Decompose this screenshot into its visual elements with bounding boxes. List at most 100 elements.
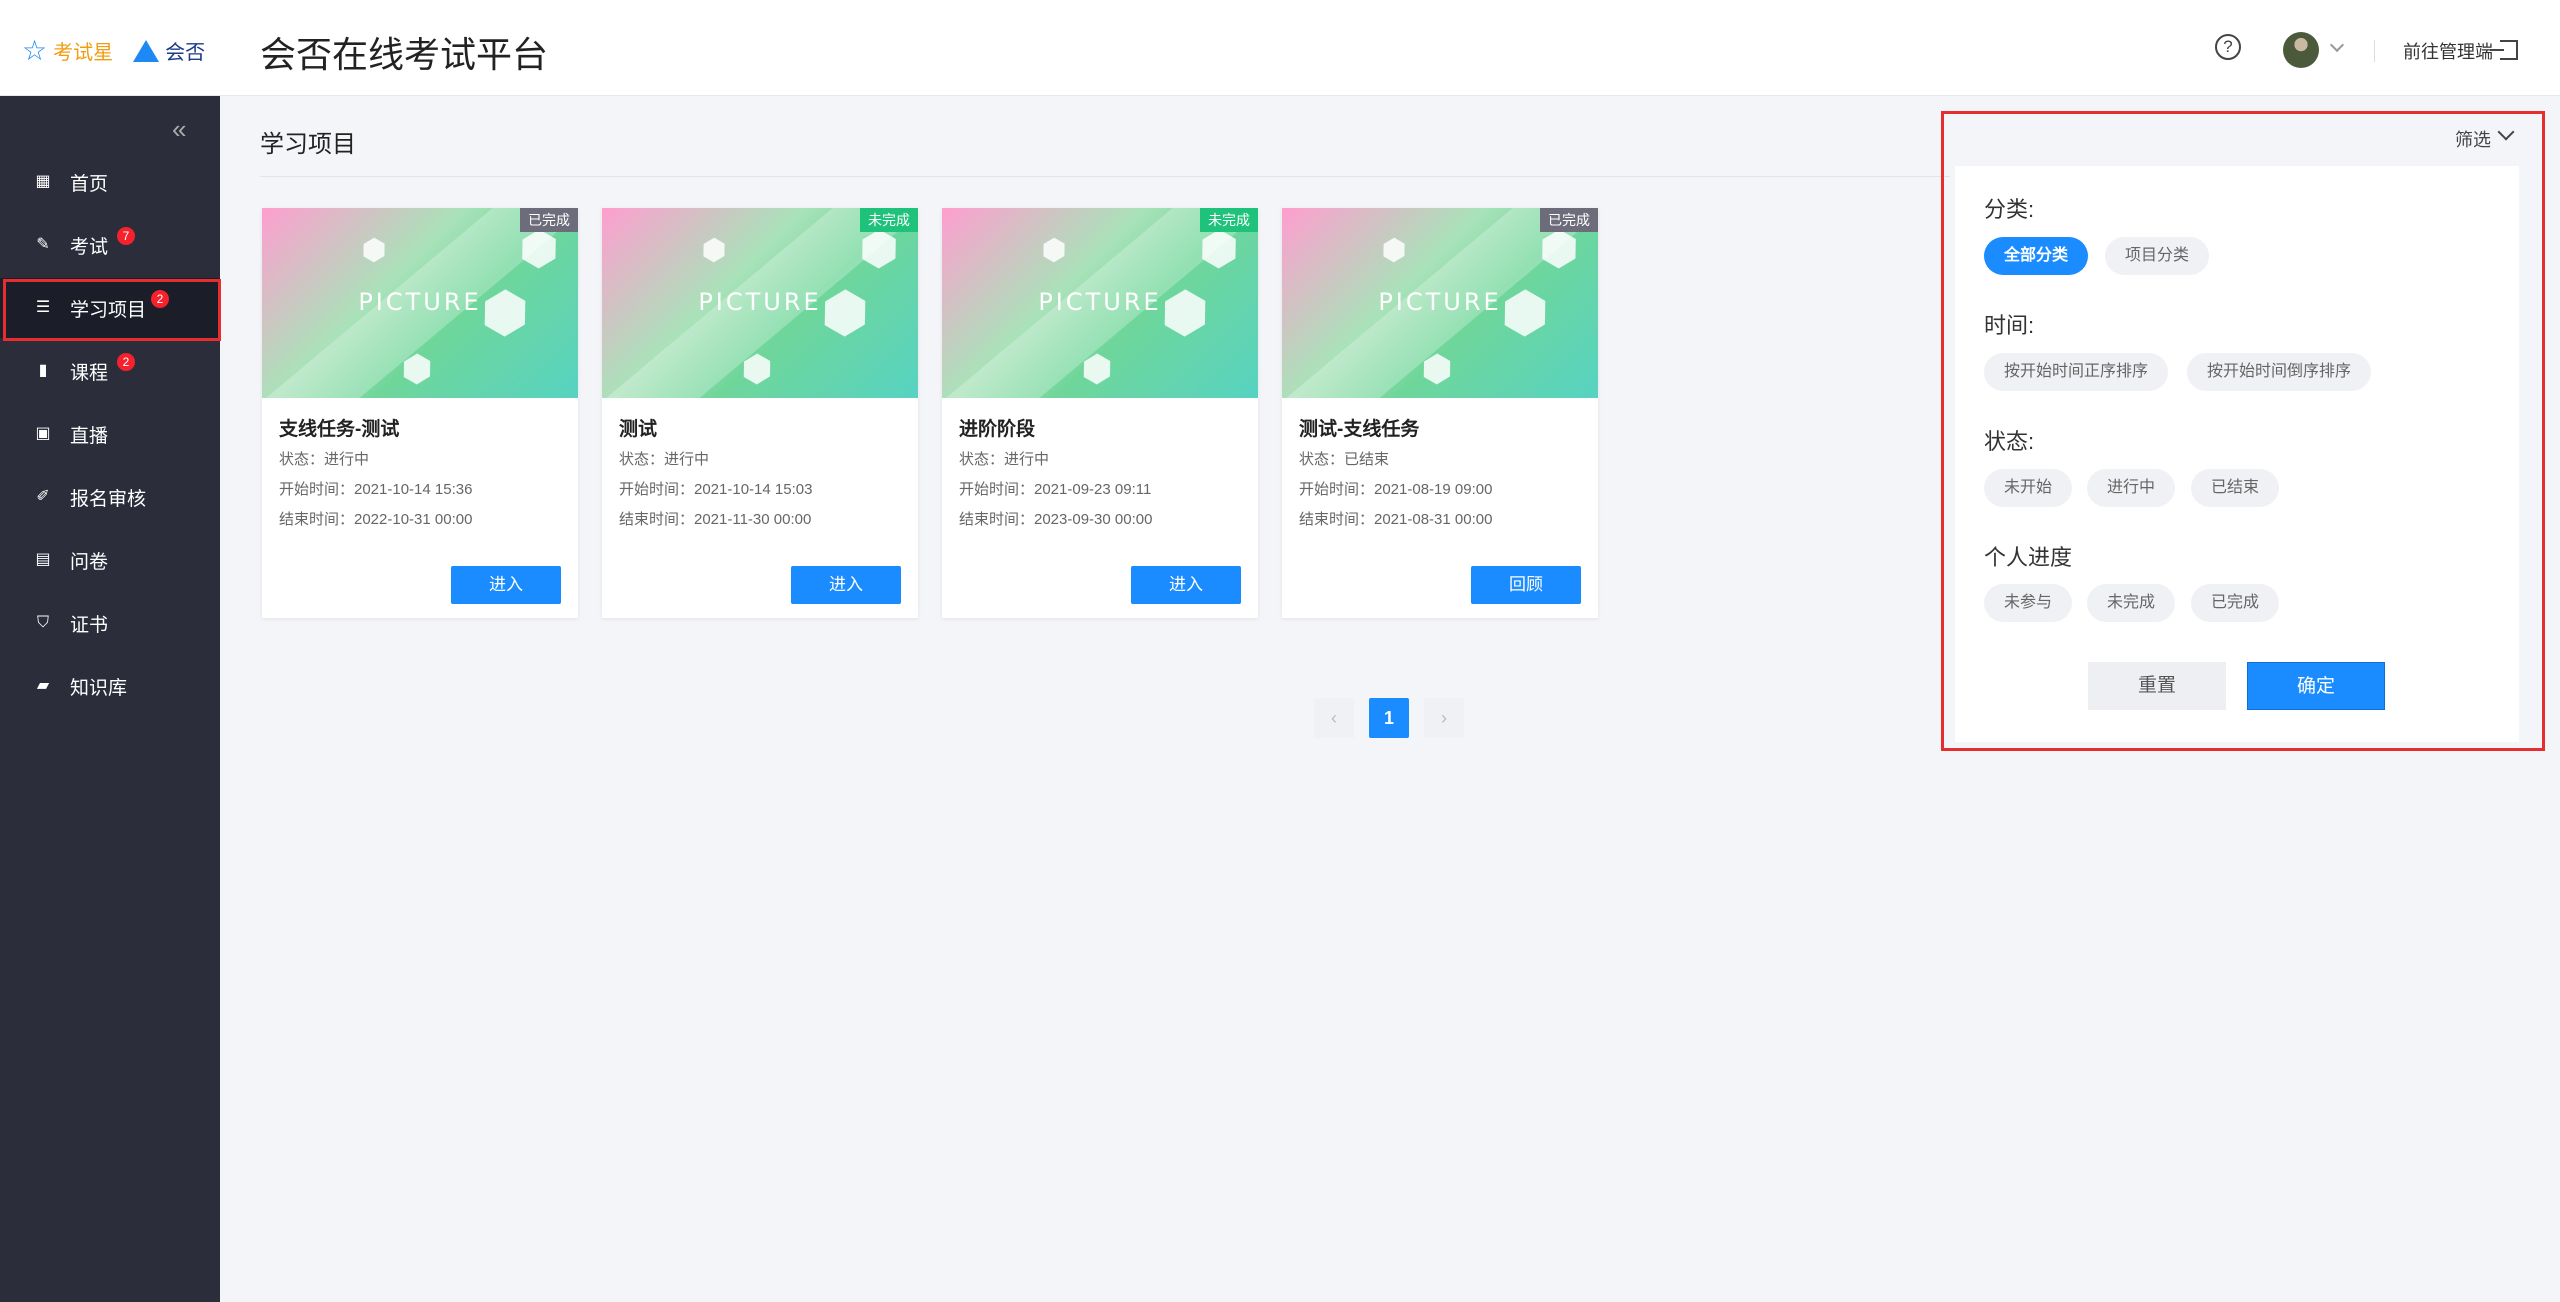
survey-icon: ▤ xyxy=(35,551,51,568)
sidebar-item-home[interactable]: ▦ 首页 xyxy=(0,152,220,212)
card-status: 状态：进行中 xyxy=(279,451,370,468)
logo-text-kaoshixing: 考试星 xyxy=(53,42,114,64)
image-placeholder-text: PICTURE xyxy=(1038,288,1162,316)
sidebar-item-exam[interactable]: ✎ 考试 7 xyxy=(0,215,220,275)
hexagon-decoration xyxy=(358,234,391,267)
sidebar-item-learning-project[interactable]: ☰ 学习项目 2 xyxy=(0,278,221,341)
card-start-time: 开始时间：2021-10-14 15:36 xyxy=(279,481,473,498)
status-tag: 未完成 xyxy=(1200,208,1258,232)
filter-chip-not-started[interactable]: 未开始 xyxy=(1984,469,2073,507)
status-tag: 已完成 xyxy=(1540,208,1598,232)
star-logo-icon: ☆ xyxy=(22,34,48,66)
image-placeholder-text: PICTURE xyxy=(1378,288,1502,316)
logo-text-huifou: 会否 xyxy=(165,42,206,64)
card-image: PICTURE xyxy=(942,208,1258,398)
edit-icon: ✎ xyxy=(36,236,50,253)
header-divider xyxy=(2374,40,2375,62)
card-status: 状态：进行中 xyxy=(959,451,1050,468)
filter-category-label: 分类: xyxy=(1984,197,2035,222)
project-card[interactable]: PICTURE 已完成 测试-支线任务 状态：已结束 开始时间：2021-08-… xyxy=(1282,208,1598,618)
project-card[interactable]: PICTURE 未完成 测试 状态：进行中 开始时间：2021-10-14 15… xyxy=(602,208,918,618)
status-tag: 未完成 xyxy=(860,208,918,232)
certificate-icon: ⛉ xyxy=(36,614,49,631)
filter-chip-project-category[interactable]: 项目分类 xyxy=(2105,237,2210,275)
sidebar-item-label: 考试 xyxy=(70,236,109,258)
admin-link[interactable]: 前往管理端 xyxy=(2403,38,2493,64)
filter-chip-ended[interactable]: 已结束 xyxy=(2191,469,2280,507)
pagination-page-1[interactable]: 1 xyxy=(1369,698,1409,738)
filter-chip-incomplete[interactable]: 未完成 xyxy=(2087,584,2176,622)
reset-button[interactable]: 重置 xyxy=(2088,662,2226,710)
filter-chip-not-joined[interactable]: 未参与 xyxy=(1984,584,2073,622)
card-image: PICTURE xyxy=(602,208,918,398)
pagination-prev-button[interactable]: ‹ xyxy=(1314,698,1354,738)
sidebar-item-survey[interactable]: ▤ 问卷 xyxy=(0,530,220,590)
project-card[interactable]: PICTURE 未完成 进阶阶段 状态：进行中 开始时间：2021-09-23 … xyxy=(942,208,1258,618)
sidebar-item-knowledge-base[interactable]: ▰ 知识库 xyxy=(0,656,220,716)
sidebar-item-label: 直播 xyxy=(70,425,109,447)
sidebar-item-live[interactable]: ▣ 直播 xyxy=(0,404,220,464)
status-tag: 已完成 xyxy=(520,208,578,232)
card-end-time: 结束时间：2021-11-30 00:00 xyxy=(619,511,812,528)
filter-chip-time-asc[interactable]: 按开始时间正序排序 xyxy=(1984,353,2169,391)
card-start-time: 开始时间：2021-08-19 09:00 xyxy=(1299,481,1493,498)
top-header: ☆ 考试星 会否 会否在线考试平台 ? 前往管理端 xyxy=(0,0,2560,96)
confirm-button[interactable]: 确定 xyxy=(2247,662,2385,710)
image-placeholder-text: PICTURE xyxy=(358,288,482,316)
sidebar-item-label: 课程 xyxy=(70,362,109,384)
title-divider xyxy=(260,176,1950,177)
card-end-time: 结束时间：2021-08-31 00:00 xyxy=(1299,511,1493,528)
card-end-time: 结束时间：2022-10-31 00:00 xyxy=(279,511,473,528)
sidebar-item-certificate[interactable]: ⛉ 证书 xyxy=(0,593,220,653)
sidebar-item-label: 报名审核 xyxy=(70,488,147,510)
filter-toggle[interactable]: 筛选 xyxy=(2455,126,2491,152)
review-button[interactable]: 回顾 xyxy=(1471,566,1581,604)
hexagon-decoration xyxy=(1378,234,1411,267)
image-placeholder-text: PICTURE xyxy=(698,288,822,316)
sidebar: « ▦ 首页 ✎ 考试 7 ☰ 学习项目 2 ▮ 课程 2 ▣ 直播 ✐ 报名审… xyxy=(0,96,221,1302)
help-icon[interactable]: ? xyxy=(2215,34,2241,60)
sidebar-item-label: 知识库 xyxy=(70,677,128,699)
triangle-logo-icon xyxy=(133,39,160,62)
count-badge: 7 xyxy=(117,227,135,245)
card-title: 进阶阶段 xyxy=(959,419,1036,440)
project-card[interactable]: PICTURE 已完成 支线任务-测试 状态：进行中 开始时间：2021-10-… xyxy=(262,208,578,618)
sidebar-item-label: 问卷 xyxy=(70,551,109,573)
filter-status-label: 状态: xyxy=(1984,429,2035,454)
card-status: 状态：已结束 xyxy=(1299,451,1390,468)
card-title: 测试 xyxy=(619,419,658,440)
logo[interactable]: ☆ 考试星 会否 xyxy=(22,36,205,65)
avatar[interactable] xyxy=(2283,32,2319,68)
page-title: 学习项目 xyxy=(260,131,356,158)
collapse-icon[interactable]: « xyxy=(172,114,186,145)
filter-chip-in-progress[interactable]: 进行中 xyxy=(2087,469,2176,507)
filter-time-label: 时间: xyxy=(1984,313,2035,338)
enter-button[interactable]: 进入 xyxy=(791,566,901,604)
live-icon: ▣ xyxy=(35,425,51,442)
book-icon: ▮ xyxy=(38,362,48,379)
hexagon-decoration xyxy=(1417,349,1458,390)
card-title: 支线任务-测试 xyxy=(279,419,400,440)
chevron-down-icon[interactable] xyxy=(2329,37,2345,53)
filter-panel: 分类: 全部分类 项目分类 时间: 按开始时间正序排序 按开始时间倒序排序 状态… xyxy=(1955,166,2519,742)
list-icon: ☰ xyxy=(35,299,51,316)
pagination-next-button[interactable]: › xyxy=(1424,698,1464,738)
card-start-time: 开始时间：2021-09-23 09:11 xyxy=(959,481,1152,498)
filter-chip-all-categories[interactable]: 全部分类 xyxy=(1984,237,2089,275)
sidebar-item-course[interactable]: ▮ 课程 2 xyxy=(0,341,220,401)
hexagon-decoration xyxy=(1077,349,1118,390)
sidebar-item-signup-review[interactable]: ✐ 报名审核 xyxy=(0,467,220,527)
count-badge: 2 xyxy=(117,353,135,371)
grid-icon: ▦ xyxy=(35,173,51,190)
sidebar-item-label: 学习项目 xyxy=(70,299,147,321)
filter-chip-completed[interactable]: 已完成 xyxy=(2191,584,2280,622)
enter-button[interactable]: 进入 xyxy=(1131,566,1241,604)
app-title: 会否在线考试平台 xyxy=(260,34,549,75)
sidebar-item-label: 首页 xyxy=(70,173,109,195)
filter-chip-time-desc[interactable]: 按开始时间倒序排序 xyxy=(2187,353,2372,391)
exit-icon[interactable] xyxy=(2490,40,2518,60)
count-badge: 2 xyxy=(151,290,169,308)
enter-button[interactable]: 进入 xyxy=(451,566,561,604)
card-start-time: 开始时间：2021-10-14 15:03 xyxy=(619,481,813,498)
signup-icon: ✐ xyxy=(36,488,50,505)
